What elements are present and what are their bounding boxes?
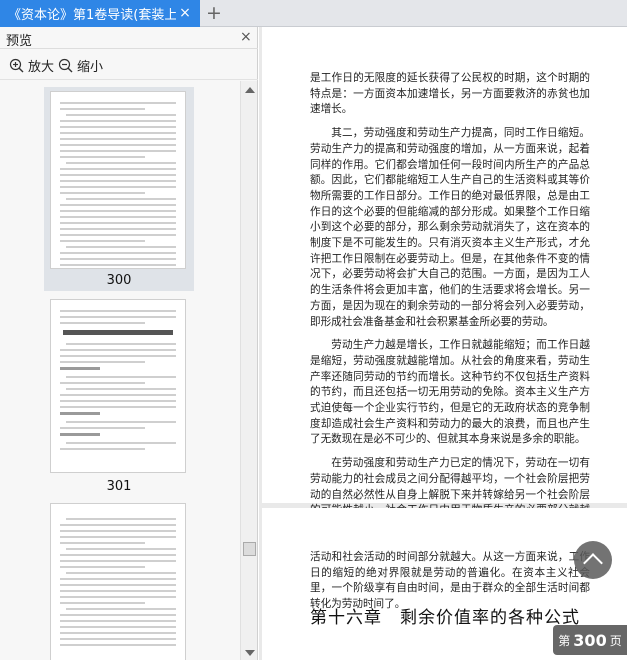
document-tab[interactable]: 《资本论》第1卷导读(套装上下 × [0,0,200,27]
paragraph: 其二，劳动强度和劳动生产力提高，同时工作日缩短。劳动生产力的提高和劳动强度的增加… [310,127,590,328]
page-indicator-number: 300 [573,630,607,650]
page-indicator-suffix: 页 [609,633,622,648]
zoom-in-button[interactable]: 放大 [9,55,54,75]
zoom-out-label: 缩小 [77,59,104,75]
chevron-up-icon [583,553,603,573]
zoom-toolbar: 放大 缩小 [0,50,258,80]
tab-title: 《资本论》第1卷导读(套装上下 [8,8,176,23]
page-indicator-prefix: 第 [558,633,571,648]
new-tab-button[interactable]: + [204,3,224,23]
close-tab-icon[interactable]: × [177,5,193,21]
thumbnail-page-302[interactable] [44,503,194,660]
page-indicator: 第 300 页 [553,625,627,655]
tab-bar: 《资本论》第1卷导读(套装上下 × + [0,0,627,27]
book-page-300: 是工作日的无限度的延长获得了公民权的时期，这个时期的特点是：一方面资本加速增长，… [262,27,627,532]
zoom-out-icon [58,58,73,72]
scroll-down-arrow-icon[interactable] [245,650,255,656]
preview-scrollbar[interactable] [240,81,257,660]
zoom-in-label: 放大 [28,59,55,75]
thumbnail-image [50,503,186,660]
thumbnail-list: 300 301 [0,81,240,660]
zoom-out-button[interactable]: 缩小 [58,55,103,75]
close-preview-icon[interactable]: × [240,29,252,45]
scrollbar-thumb[interactable] [243,542,256,556]
paragraph: 是工作日的无限度的延长获得了公民权的时期，这个时期的特点是：一方面资本加速增长，… [310,72,590,116]
page-300-text: 是工作日的无限度的延长获得了公民权的时期，这个时期的特点是：一方面资本加速增长，… [310,71,590,543]
thumbnail-page-number: 301 [106,479,132,494]
reader-view: 是工作日的无限度的延长获得了公民权的时期，这个时期的特点是：一方面资本加速增长，… [259,27,627,660]
paragraph: 活动和社会活动的时间部分就越大。从这一方面来说，工作日的缩短的绝对界限就是劳动的… [310,551,590,611]
preview-panel: 预览 × 放大 缩小 300 301 [0,27,258,660]
thumbnail-chapter-heading [63,330,173,335]
zoom-in-icon [9,58,24,72]
paragraph: 劳动生产力越是增长，工作日就越能缩短；而工作日越是缩短，劳动强度就越能增加。从社… [310,339,590,446]
preview-header: 预览 × [0,27,258,49]
thumbnail-page-301[interactable]: 301 [44,297,194,497]
thumbnail-image [50,299,186,473]
preview-title: 预览 [6,34,33,49]
thumbnail-page-300[interactable]: 300 [44,87,194,291]
thumbnail-image [50,91,186,269]
scroll-up-arrow-icon[interactable] [245,87,255,93]
thumbnail-page-number: 300 [106,273,132,288]
scroll-to-top-button[interactable] [574,541,612,579]
